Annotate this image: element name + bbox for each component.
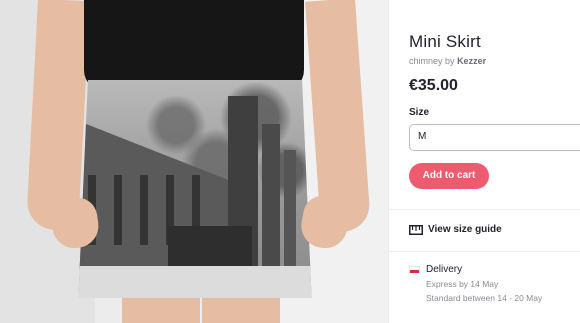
print-chimney [284, 150, 296, 270]
by-label: by [445, 56, 455, 66]
product-byline: chimney by Kezzer [409, 56, 486, 66]
ruler-icon [409, 224, 423, 235]
poland-flag-icon [409, 266, 420, 273]
skirt-print [78, 80, 312, 298]
print-chimney [262, 124, 280, 274]
size-guide-link[interactable]: View size guide [409, 224, 502, 235]
add-to-cart-button[interactable]: Add to cart [409, 163, 489, 189]
delivery-standard: Standard between 14 - 20 May [426, 293, 543, 303]
delivery-header: Delivery [409, 264, 542, 275]
delivery-title: Delivery [426, 264, 463, 275]
print-snow [78, 266, 312, 298]
product-title: Mini Skirt [409, 32, 481, 51]
divider [389, 209, 580, 210]
delivery-express: Express by 14 May [426, 279, 499, 289]
divider [389, 251, 580, 252]
size-label: Size [409, 107, 430, 118]
size-select[interactable]: M [409, 124, 580, 151]
product-image [0, 0, 388, 323]
size-select-value: M [418, 131, 427, 142]
size-guide-label: View size guide [428, 224, 502, 235]
product-price: €35.00 [409, 77, 458, 94]
product-info-panel: Mini Skirt chimney by Kezzer €35.00 Size… [388, 0, 580, 323]
design-name: chimney [409, 56, 443, 66]
artist-link[interactable]: Kezzer [457, 56, 486, 66]
delivery-info: Delivery Express by 14 May Standard betw… [409, 264, 542, 303]
black-top [84, 0, 304, 92]
